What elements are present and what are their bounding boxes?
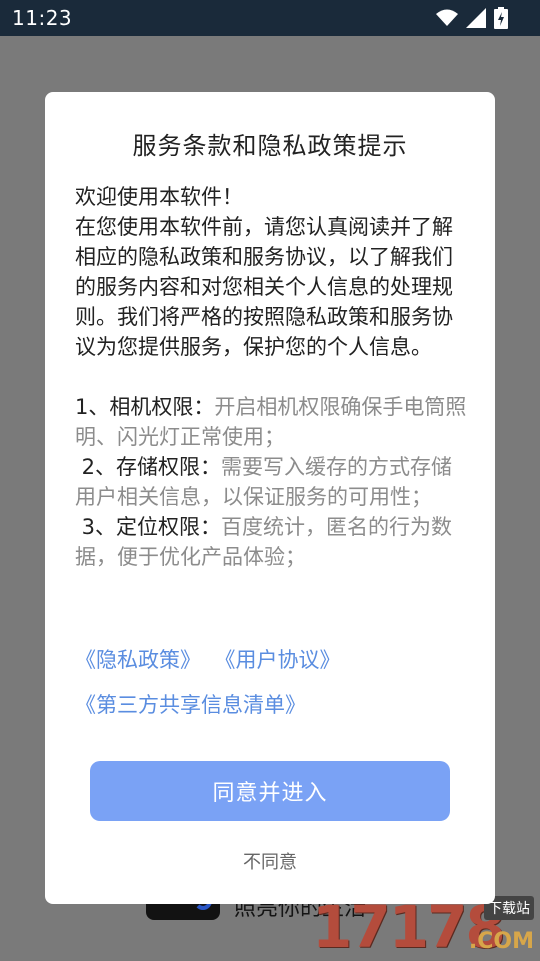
watermark: 17178 下载站 .COM — [312, 896, 534, 958]
privacy-policy-link[interactable]: 《隐私政策》 — [75, 648, 201, 672]
permission-label: 3、定位权限： — [75, 515, 221, 539]
wifi-icon — [436, 9, 458, 27]
dialog-body: 欢迎使用本软件！ 在您使用本软件前，请您认真阅读并了解相应的隐私政策和服务协议，… — [75, 182, 467, 572]
intro-line: 在您使用本软件前，请您认真阅读并了解相应的隐私政策和服务协议，以了解我们的服务内… — [75, 212, 467, 362]
status-icons — [436, 6, 508, 30]
status-bar: 11:23 — [0, 0, 540, 36]
policy-links: 《隐私政策》《用户协议》 — [75, 644, 365, 674]
user-agreement-link[interactable]: 《用户协议》 — [225, 648, 341, 672]
agree-button[interactable]: 同意并进入 — [90, 761, 450, 821]
intro-text: 欢迎使用本软件！ 在您使用本软件前，请您认真阅读并了解相应的隐私政策和服务协议，… — [75, 182, 467, 362]
privacy-dialog: 服务条款和隐私政策提示 欢迎使用本软件！ 在您使用本软件前，请您认真阅读并了解相… — [45, 92, 495, 904]
permission-item: 1、相机权限：开启相机权限确保手电筒照明、闪光灯正常使用； — [75, 392, 467, 452]
status-time: 11:23 — [12, 6, 72, 30]
third-party-list-link[interactable]: 《第三方共享信息清单》 — [75, 689, 306, 719]
permission-label: 2、存储权限： — [75, 455, 221, 479]
permission-item: 2、存储权限：需要写入缓存的方式存储用户相关信息，以保证服务的可用性； — [75, 452, 467, 512]
signal-icon — [466, 8, 486, 28]
watermark-suffix: .COM — [469, 929, 534, 954]
battery-charging-icon — [494, 7, 508, 29]
permission-item: 3、定位权限：百度统计，匿名的行为数据，便于优化产品体验； — [75, 512, 467, 572]
permission-label: 1、相机权限： — [75, 395, 214, 419]
intro-line: 欢迎使用本软件！ — [75, 182, 467, 212]
permissions-list: 1、相机权限：开启相机权限确保手电筒照明、闪光灯正常使用； 2、存储权限：需要写… — [75, 392, 467, 572]
dialog-title: 服务条款和隐私政策提示 — [45, 126, 495, 161]
disagree-button[interactable]: 不同意 — [45, 848, 495, 874]
